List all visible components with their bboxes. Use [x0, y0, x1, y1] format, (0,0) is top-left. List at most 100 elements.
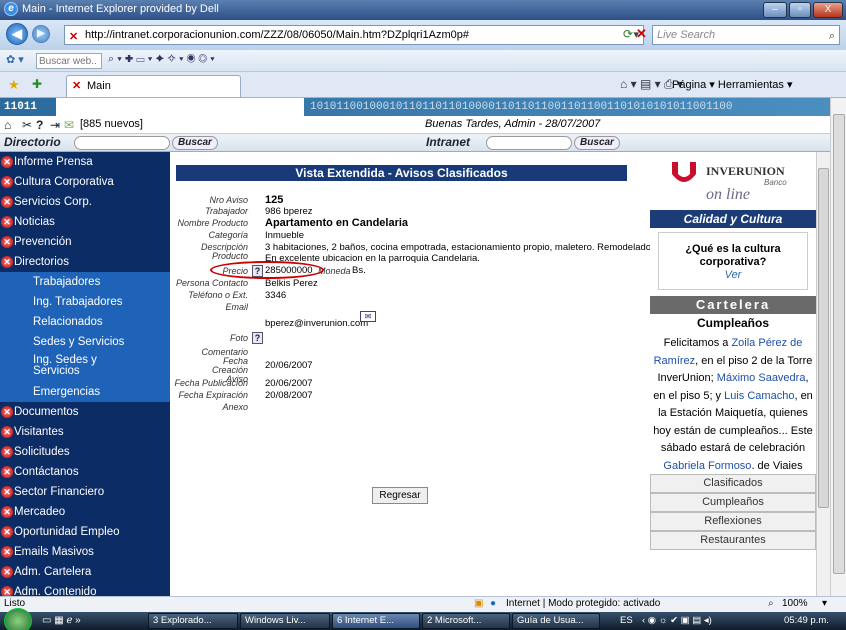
zoom-dropdown-icon[interactable]: ▾: [822, 597, 827, 611]
value-trabajador: 986 bperez: [265, 206, 313, 217]
value-moneda: Bs.: [352, 265, 366, 276]
value-telefono: 3346: [265, 290, 287, 301]
regresar-button[interactable]: Regresar: [372, 487, 428, 504]
logout-icon[interactable]: ⇥: [50, 118, 60, 132]
value-fecha-publicacion: 20/06/2007: [265, 378, 313, 389]
nav-item-visitantes[interactable]: ✕ Visitantes: [0, 422, 170, 442]
classified-detail: Vista Extendida - Avisos Clasificados Nr…: [170, 152, 654, 596]
nav-item-emails-masivos[interactable]: ✕ Emails Masivos: [0, 542, 170, 562]
mail-icon[interactable]: ✉: [64, 118, 74, 132]
cultura-box[interactable]: ¿Qué es la cultura corporativa? Ver: [658, 232, 808, 290]
nav-item-servicios-corp[interactable]: ✕ Servicios Corp.: [0, 192, 170, 212]
cumpleanos-text: Felicitamos a Zoila Pérez de Ramírez, en…: [652, 335, 814, 469]
add-favorites-icon[interactable]: ✚: [32, 77, 42, 91]
page-scrollbar[interactable]: [830, 98, 846, 596]
nav-item-informe-prensa[interactable]: ✕ Informe Prensa: [0, 152, 170, 172]
foto-help-icon[interactable]: ?: [252, 332, 263, 344]
nav-item-cultura-corporativa[interactable]: ✕ Cultura Corporativa: [0, 172, 170, 192]
cartelera-menu-restaurantes[interactable]: Restaurantes: [650, 531, 816, 550]
web-search-input[interactable]: [36, 53, 102, 69]
tab-label: Main: [87, 80, 111, 92]
home-icon[interactable]: ⌂: [4, 118, 11, 132]
taskbar-item-internet-explorer[interactable]: 6 Internet E...: [332, 613, 420, 629]
binary-banner: 11011 1010110010001011011011010000110110…: [0, 98, 830, 116]
birthday-name-link[interactable]: Máximo Saavedra: [717, 372, 806, 384]
internet-zone-icon: ●: [490, 598, 497, 609]
directorio-buscar-button[interactable]: Buscar: [172, 136, 218, 150]
label-descripcion: Descripción Producto: [200, 242, 248, 261]
inner-frame-scrollbar[interactable]: [816, 152, 830, 596]
tools-icon[interactable]: ✂: [22, 118, 32, 132]
page-scroll-thumb[interactable]: [833, 114, 845, 574]
bullet-icon: ✕: [1, 546, 13, 558]
close-window-button[interactable]: X: [813, 2, 843, 18]
taskbar-item-explorer[interactable]: 3 Explorado...: [148, 613, 238, 629]
live-search-input[interactable]: Live Search ⌕: [652, 25, 840, 45]
taskbar-item-windows-live[interactable]: Windows Liv...: [240, 613, 330, 629]
stop-icon[interactable]: ✕: [636, 26, 652, 42]
nav-item-noticias[interactable]: ✕ Noticias: [0, 212, 170, 232]
value-nombre-producto: Apartamento en Candelaria: [265, 217, 409, 229]
links-toolbar: ✿ ▾ ⌕ ▾ ✚ ▭ ▾ ✦ ✧ ▾ ◉ ◎ ▾: [0, 50, 846, 72]
label-trabajador: Trabajador: [205, 206, 248, 216]
inverunion-logo[interactable]: INVERUNION Banco on line: [650, 152, 816, 208]
send-email-icon[interactable]: ✉: [360, 311, 376, 322]
label-nombre-producto: Nombre Producto: [177, 218, 248, 228]
clock[interactable]: 05:49 p.m.: [784, 612, 829, 630]
taskbar-item-microsoft[interactable]: 2 Microsoft...: [422, 613, 510, 629]
forward-button[interactable]: ▶: [32, 25, 50, 43]
nav-subitem-emergencias[interactable]: Emergencias: [0, 382, 170, 402]
nav-item-adm-cartelera[interactable]: ✕ Adm. Cartelera: [0, 562, 170, 582]
nav-item-oportunidad-empleo[interactable]: ✕ Oportunidad Empleo: [0, 522, 170, 542]
zone-text[interactable]: Internet | Modo protegido: activado: [506, 597, 660, 611]
nav-subitem-ing-trabajadores[interactable]: Ing. Trabajadores: [0, 292, 170, 312]
nav-item-adm-contenido[interactable]: ✕ Adm. Contenido: [0, 582, 170, 596]
ver-link[interactable]: Ver: [725, 269, 742, 281]
intranet-input[interactable]: [486, 136, 572, 150]
intranet-buscar-button[interactable]: Buscar: [574, 136, 620, 150]
start-button[interactable]: [4, 608, 32, 630]
nav-subitem-trabajadores[interactable]: Trabajadores: [0, 272, 170, 292]
mail-count[interactable]: [885 nuevos]: [80, 118, 143, 130]
bullet-icon: ✕: [1, 196, 13, 208]
cartelera-menu-clasificados[interactable]: Clasificados: [650, 474, 816, 493]
favorites-star-icon[interactable]: ★: [8, 77, 20, 93]
zoom-level[interactable]: 100%: [782, 597, 808, 611]
tab-main[interactable]: ✕ Main: [66, 75, 241, 97]
birthday-name-link[interactable]: Gabriela Formoso: [663, 460, 751, 470]
bullet-icon: ✕: [1, 586, 13, 596]
nav-item-directorios[interactable]: ✕ Directorios: [0, 252, 170, 272]
quicklaunch-icons[interactable]: ▭ ▦ ℯ »: [42, 612, 81, 630]
cartelera-menu-reflexiones[interactable]: Reflexiones: [650, 512, 816, 531]
search-icon[interactable]: ⌕: [829, 27, 835, 45]
intranet-label: Intranet: [426, 135, 471, 149]
maximize-button[interactable]: ▫: [789, 2, 811, 18]
address-bar[interactable]: ✕ http://intranet.corporacionunion.com/Z…: [64, 25, 644, 45]
page-tools-menu[interactable]: Página ▾ Herramientas ▾: [672, 78, 792, 91]
nav-item-contactanos[interactable]: ✕ Contáctanos: [0, 462, 170, 482]
nav-item-documentos[interactable]: ✕ Documentos: [0, 402, 170, 422]
bullet-icon: ✕: [1, 486, 13, 498]
nav-item-solicitudes[interactable]: ✕ Solicitudes: [0, 442, 170, 462]
tray-icons[interactable]: ‹ ◉ ☼ ✔ ▣ ▤ ◂): [642, 612, 712, 630]
value-categoria: Inmueble: [265, 230, 305, 241]
nav-item-prevencion[interactable]: ✕ Prevención: [0, 232, 170, 252]
calidad-cultura-banner[interactable]: Calidad y Cultura: [650, 210, 816, 228]
back-button[interactable]: ◀: [6, 23, 28, 45]
toolbar-icons[interactable]: ⌕ ▾ ✚ ▭ ▾ ✦ ✧ ▾ ◉ ◎ ▾: [108, 53, 215, 66]
directory-search-row: Directorio Buscar Intranet Buscar: [0, 134, 830, 152]
language-indicator[interactable]: ES: [620, 612, 633, 630]
help-icon[interactable]: ?: [36, 118, 43, 132]
nav-item-mercadeo[interactable]: ✕ Mercadeo: [0, 502, 170, 522]
nav-subitem-ing-sedes-servicios[interactable]: Ing. Sedes y Servicios: [0, 352, 170, 382]
nav-subitem-relacionados[interactable]: Relacionados: [0, 312, 170, 332]
nav-item-sector-financiero[interactable]: ✕ Sector Financiero: [0, 482, 170, 502]
nav-subitem-sedes-servicios[interactable]: Sedes y Servicios: [0, 332, 170, 352]
inner-scroll-thumb[interactable]: [818, 168, 829, 508]
birthday-name-link[interactable]: Luis Camacho: [724, 390, 794, 402]
minimize-button[interactable]: –: [763, 2, 787, 18]
taskbar-item-guia-usuario[interactable]: Guía de Usua...: [512, 613, 600, 629]
directorio-input[interactable]: [74, 136, 170, 150]
cartelera-menu-cumpleanos[interactable]: Cumpleaños: [650, 493, 816, 512]
left-navigation: ✕ Informe Prensa ✕ Cultura Corporativa ✕ Se…: [0, 152, 170, 596]
